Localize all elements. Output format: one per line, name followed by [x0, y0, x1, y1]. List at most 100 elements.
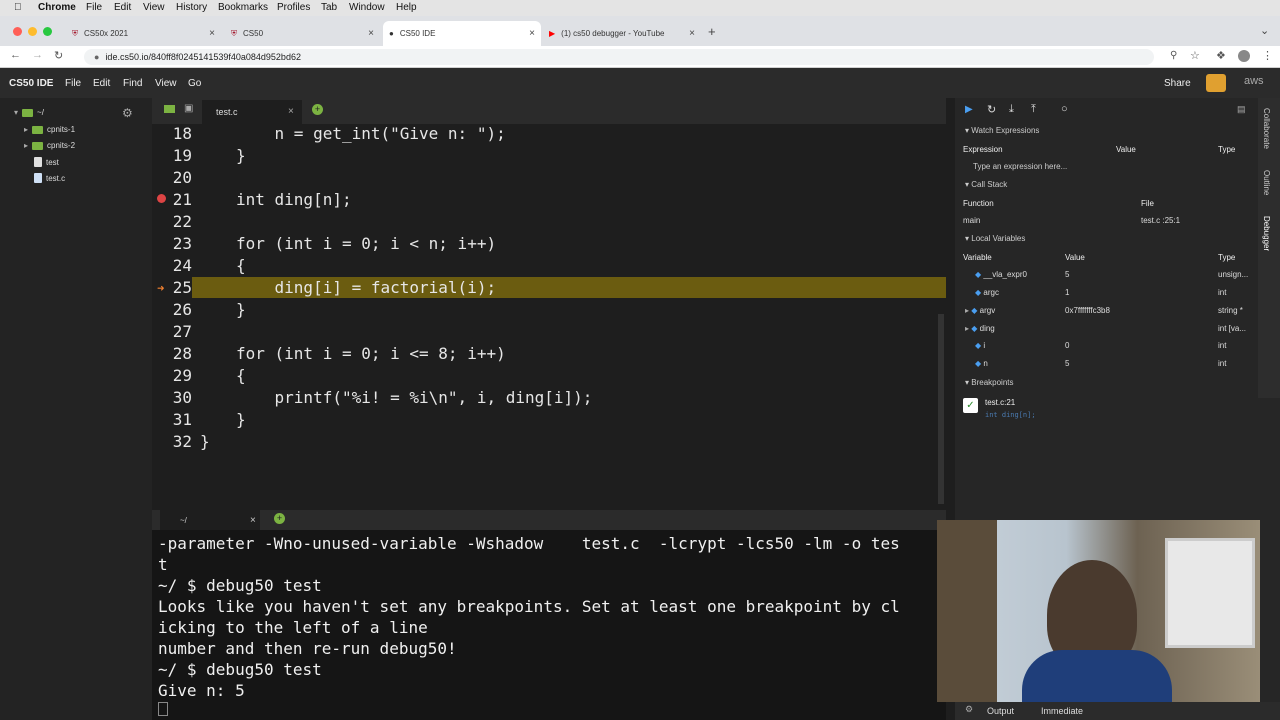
maximize-window-button[interactable] [43, 27, 52, 36]
menu-tab[interactable]: Tab [321, 2, 337, 13]
mac-menubar:  Chrome File Edit View History Bookmark… [0, 0, 1280, 16]
deactivate-breakpoints-icon[interactable]: ○ [1061, 103, 1068, 115]
avatar[interactable] [1206, 74, 1226, 92]
breakpoint-marker[interactable] [157, 194, 166, 203]
local-variable-row[interactable]: ◆ n [975, 359, 988, 368]
ide-menu-file[interactable]: File [65, 78, 81, 89]
ide-menubar: CS50 IDE File Edit Find View Go Share aw… [0, 68, 1280, 98]
tree-root[interactable]: ▾ ~/ [14, 108, 44, 117]
local-variable-row[interactable]: ◆ argc [975, 288, 999, 297]
close-window-button[interactable] [13, 27, 22, 36]
zoom-icon[interactable]: ⚲ [1170, 50, 1177, 61]
app-menu[interactable]: Chrome [38, 2, 76, 13]
browser-tab[interactable]: ▶ (1) cs50 debugger - YouTube × [543, 21, 701, 46]
back-icon[interactable]: ← [10, 49, 21, 61]
column-header: Value [1065, 253, 1085, 262]
ide-menu-edit[interactable]: Edit [93, 78, 110, 89]
share-button[interactable]: Share [1164, 78, 1191, 89]
local-variable-row[interactable]: ▸ ◆ ding [965, 324, 995, 333]
variable-value[interactable]: 0x7fffffffc3b8 [1065, 306, 1110, 315]
step-into-icon[interactable]: ⤓ [1009, 103, 1014, 116]
terminal-tab[interactable]: ~/ × [160, 510, 260, 530]
local-variable-row[interactable]: ◆ i [975, 341, 985, 350]
current-line-highlight [192, 277, 946, 298]
callstack-function[interactable]: main [963, 216, 980, 225]
variable-value[interactable]: 1 [1065, 288, 1069, 297]
breakpoint-file[interactable]: test.c:21 [985, 398, 1015, 407]
tab-label: (1) cs50 debugger - YouTube [561, 29, 665, 38]
menu-edit[interactable]: Edit [114, 2, 131, 13]
minimize-window-button[interactable] [28, 27, 37, 36]
variable-value[interactable]: 5 [1065, 270, 1069, 279]
section-header-breakpoints[interactable]: ▾ Breakpoints [965, 378, 1014, 387]
code-editor[interactable] [152, 124, 946, 510]
menu-profiles[interactable]: Profiles [277, 2, 310, 13]
url-field[interactable]: ● ide.cs50.io/840ff8f0245141539f40a084d95… [84, 49, 1154, 65]
watch-expression-input[interactable]: Type an expression here... [973, 162, 1067, 171]
close-tab-icon[interactable]: × [368, 28, 374, 39]
menu-history[interactable]: History [176, 2, 207, 13]
tree-item[interactable]: ▸ cpnits-2 [24, 141, 75, 150]
output-tab[interactable]: Output [987, 706, 1014, 716]
folder-icon[interactable] [164, 105, 175, 113]
tree-label: ~/ [37, 108, 44, 117]
rail-tab-outline[interactable]: Outline [1262, 170, 1271, 195]
variable-value[interactable]: 0 [1065, 341, 1069, 350]
close-icon[interactable]: × [288, 106, 294, 117]
apple-icon[interactable]:  [14, 2, 22, 13]
chrome-menu-icon[interactable]: ⋮ [1262, 49, 1273, 62]
ide-menu-find[interactable]: Find [123, 78, 142, 89]
resume-icon[interactable]: ▶ [965, 104, 973, 115]
step-over-icon[interactable]: ↻ [987, 103, 996, 116]
ide-menu-go[interactable]: Go [188, 78, 201, 89]
layout-icon[interactable]: ▣ [184, 103, 193, 114]
variable-type: int [1218, 359, 1227, 368]
terminal-line: t [158, 555, 168, 574]
immediate-tab[interactable]: Immediate [1041, 706, 1083, 716]
menu-help[interactable]: Help [396, 2, 417, 13]
ide-menu-view[interactable]: View [155, 78, 177, 89]
panel-settings-icon[interactable]: ▤ [1237, 104, 1246, 115]
section-header-callstack[interactable]: ▾ Call Stack [965, 180, 1007, 189]
menu-window[interactable]: Window [349, 2, 385, 13]
add-tab-icon[interactable]: + [312, 104, 323, 115]
new-tab-icon[interactable]: + [708, 24, 716, 39]
section-header-watch[interactable]: ▾ Watch Expressions [965, 126, 1039, 135]
menu-bookmarks[interactable]: Bookmarks [218, 2, 268, 13]
step-out-icon[interactable]: ⤒ [1031, 103, 1036, 116]
add-terminal-icon[interactable]: + [274, 513, 285, 524]
chevron-down-icon: ▾ [14, 108, 19, 117]
close-tab-icon[interactable]: × [529, 28, 535, 39]
close-tab-icon[interactable]: × [209, 28, 215, 39]
menu-file[interactable]: File [86, 2, 102, 13]
tab-search-icon[interactable]: ⌄ [1260, 24, 1269, 37]
rail-tab-collaborate[interactable]: Collaborate [1262, 108, 1271, 149]
browser-tab[interactable]: ⛨ CS50 × [225, 21, 380, 46]
menu-view[interactable]: View [143, 2, 165, 13]
browser-tab[interactable]: ⛨ CS50x 2021 × [66, 21, 221, 46]
settings-icon[interactable]: ⚙ [965, 704, 973, 715]
gear-icon[interactable]: ⚙ [122, 106, 133, 120]
local-variable-row[interactable]: ▸ ◆ argv [965, 306, 995, 315]
close-tab-icon[interactable]: × [689, 28, 695, 39]
terminal[interactable]: -parameter -Wno-unused-variable -Wshadow… [152, 530, 946, 720]
scrollbar[interactable] [938, 314, 944, 504]
section-header-locals[interactable]: ▾ Local Variables [965, 234, 1025, 243]
close-icon[interactable]: × [250, 515, 256, 526]
tab-test-c[interactable]: test.c × [202, 100, 302, 124]
tree-item[interactable]: test.c [34, 173, 65, 183]
reload-icon[interactable]: ↻ [54, 49, 63, 62]
callstack-file[interactable]: test.c :25:1 [1141, 216, 1180, 225]
extensions-icon[interactable]: ❖ [1216, 49, 1226, 62]
forward-icon[interactable]: → [32, 49, 43, 61]
local-variable-row[interactable]: ◆ __vla_expr0 [975, 270, 1027, 279]
breakpoint-checkbox[interactable]: ✓ [963, 398, 978, 413]
browser-tab-active[interactable]: ● CS50 IDE × [383, 21, 541, 46]
variable-value[interactable]: 5 [1065, 359, 1069, 368]
tree-item[interactable]: test [34, 157, 59, 167]
rail-tab-debugger[interactable]: Debugger [1262, 216, 1271, 251]
profile-avatar[interactable] [1238, 50, 1250, 62]
bookmark-star-icon[interactable]: ☆ [1190, 49, 1200, 62]
execution-arrow-icon: ➜ [157, 283, 165, 293]
tree-item[interactable]: ▸ cpnits-1 [24, 125, 75, 134]
